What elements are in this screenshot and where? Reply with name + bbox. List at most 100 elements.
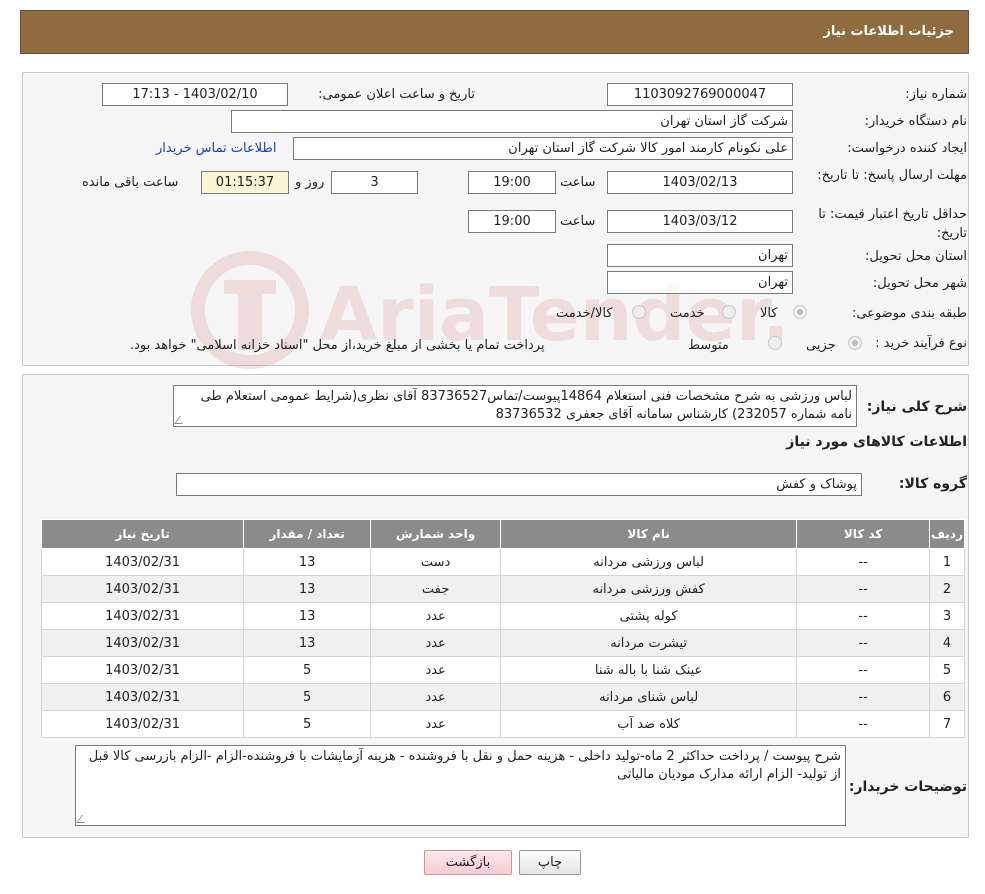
validity-time-field: 19:00	[468, 210, 556, 233]
cell-row: 5	[929, 656, 965, 684]
process-radio-minor[interactable]	[848, 336, 862, 350]
creator-field: علی نکونام کارمند امور کالا شرکت گاز است…	[293, 137, 793, 160]
validity-date-field: 1403/03/12	[607, 210, 793, 233]
cell-name: تیشرت مردانه	[500, 629, 798, 657]
cell-qty: 13	[243, 575, 372, 603]
process-option-minor: جزیی	[806, 338, 836, 353]
cell-name: کوله پشتی	[500, 602, 798, 630]
cell-code: --	[796, 656, 931, 684]
cell-name: لباس شنای مردانه	[500, 683, 798, 711]
cell-row: 4	[929, 629, 965, 657]
creator-label: ایجاد کننده درخواست:	[847, 141, 967, 156]
deadline-date-field: 1403/02/13	[607, 171, 793, 194]
days-field: 3	[331, 171, 418, 194]
goods-group-field: پوشاک و کفش	[176, 473, 862, 496]
deadline-time-label: ساعت	[560, 175, 596, 190]
goods-table: ردیف کد کالا نام کالا واحد شمارش تعداد /…	[40, 519, 965, 738]
col-name: نام کالا	[500, 519, 798, 549]
days-suffix-label: روز و	[295, 175, 325, 190]
category-radio-service[interactable]	[722, 305, 736, 319]
remaining-label: ساعت باقی مانده	[82, 175, 179, 190]
cell-qty: 13	[243, 602, 372, 630]
col-unit: واحد شمارش	[370, 519, 502, 549]
process-option-medium: متوسط	[688, 338, 729, 353]
table-row: 7 -- کلاه ضد آب عدد 5 1403/02/31	[40, 710, 965, 738]
province-field: تهران	[607, 244, 793, 267]
cell-qty: 13	[243, 629, 372, 657]
table-row: 4 -- تیشرت مردانه عدد 13 1403/02/31	[40, 629, 965, 657]
cell-row: 6	[929, 683, 965, 711]
goods-section-title: اطلاعات کالاهای مورد نیاز	[786, 434, 967, 450]
cell-date: 1403/02/31	[40, 629, 245, 657]
cell-name: کلاه ضد آب	[500, 710, 798, 738]
cell-unit: عدد	[370, 683, 502, 711]
back-button[interactable]: بازگشت	[424, 850, 512, 875]
announce-field: 1403/02/10 - 17:13	[102, 83, 288, 106]
remaining-time-field: 01:15:37	[201, 171, 289, 194]
description-text: لباس ورزشی به شرح مشخصات فنی استعلام 148…	[200, 389, 852, 422]
cell-code: --	[796, 683, 931, 711]
cell-code: --	[796, 629, 931, 657]
city-field: تهران	[607, 271, 793, 294]
goods-group-label: گروه کالا:	[898, 476, 967, 492]
col-code: کد کالا	[796, 519, 931, 549]
cell-qty: 5	[243, 710, 372, 738]
need-number-label: شماره نیاز:	[905, 87, 967, 102]
table-header-row: ردیف کد کالا نام کالا واحد شمارش تعداد /…	[40, 519, 965, 549]
cell-name: کفش ورزشی مردانه	[500, 575, 798, 603]
need-number-field: 1103092769000047	[607, 83, 793, 106]
cell-qty: 13	[243, 548, 372, 576]
col-date: تاریخ نیاز	[40, 519, 245, 549]
cell-unit: عدد	[370, 710, 502, 738]
cell-row: 1	[929, 548, 965, 576]
deadline-label: مهلت ارسال پاسخ: تا تاریخ:	[817, 168, 967, 183]
cell-date: 1403/02/31	[40, 602, 245, 630]
cell-code: --	[796, 548, 931, 576]
page-header: جزئیات اطلاعات نیاز	[20, 10, 969, 54]
process-note: پرداخت تمام یا بخشی از مبلغ خرید،از محل …	[130, 338, 545, 353]
col-row: ردیف	[929, 519, 965, 549]
category-option-service: خدمت	[670, 306, 705, 321]
cell-date: 1403/02/31	[40, 710, 245, 738]
cell-unit: عدد	[370, 629, 502, 657]
page-title: جزئیات اطلاعات نیاز	[823, 24, 954, 39]
cell-unit: عدد	[370, 656, 502, 684]
cell-qty: 5	[243, 656, 372, 684]
table-row: 2 -- کفش ورزشی مردانه جفت 13 1403/02/31	[40, 575, 965, 603]
cell-unit: دست	[370, 548, 502, 576]
category-option-goods: کالا	[760, 306, 778, 321]
description-label: شرح کلی نیاز:	[866, 399, 967, 415]
cell-code: --	[796, 710, 931, 738]
buyer-org-field: شرکت گاز استان تهران	[231, 110, 793, 133]
cell-code: --	[796, 575, 931, 603]
deadline-time-field: 19:00	[468, 171, 556, 194]
cell-unit: جفت	[370, 575, 502, 603]
cell-unit: عدد	[370, 602, 502, 630]
resize-handle-icon[interactable]	[174, 416, 188, 424]
buyer-notes-label: توضیحات خریدار:	[848, 779, 967, 795]
table-row: 1 -- لباس ورزشی مردانه دست 13 1403/02/31	[40, 548, 965, 576]
resize-handle-icon[interactable]	[76, 815, 90, 823]
table-row: 5 -- عینک شنا با باله شنا عدد 5 1403/02/…	[40, 656, 965, 684]
buyer-notes-textarea[interactable]: شرح پیوست / پرداخت حداکثر 2 ماه-تولید دا…	[75, 745, 846, 826]
cell-row: 2	[929, 575, 965, 603]
cell-code: --	[796, 602, 931, 630]
category-radio-goods[interactable]	[793, 305, 807, 319]
category-option-goods-service: کالا/خدمت	[556, 306, 613, 321]
cell-name: لباس ورزشی مردانه	[500, 548, 798, 576]
buyer-contact-link[interactable]: اطلاعات تماس خریدار	[156, 141, 276, 156]
print-button[interactable]: چاپ	[519, 850, 581, 875]
cell-date: 1403/02/31	[40, 548, 245, 576]
cell-row: 3	[929, 602, 965, 630]
cell-qty: 5	[243, 683, 372, 711]
province-label: استان محل تحویل:	[865, 249, 967, 264]
category-radio-goods-service[interactable]	[632, 305, 646, 319]
description-textarea[interactable]: لباس ورزشی به شرح مشخصات فنی استعلام 148…	[173, 385, 857, 427]
process-label: نوع فرآیند خرید :	[875, 336, 967, 351]
cell-date: 1403/02/31	[40, 575, 245, 603]
cell-date: 1403/02/31	[40, 656, 245, 684]
process-radio-medium[interactable]	[768, 336, 782, 350]
city-label: شهر محل تحویل:	[872, 276, 967, 291]
table-row: 6 -- لباس شنای مردانه عدد 5 1403/02/31	[40, 683, 965, 711]
validity-time-label: ساعت	[560, 214, 596, 229]
